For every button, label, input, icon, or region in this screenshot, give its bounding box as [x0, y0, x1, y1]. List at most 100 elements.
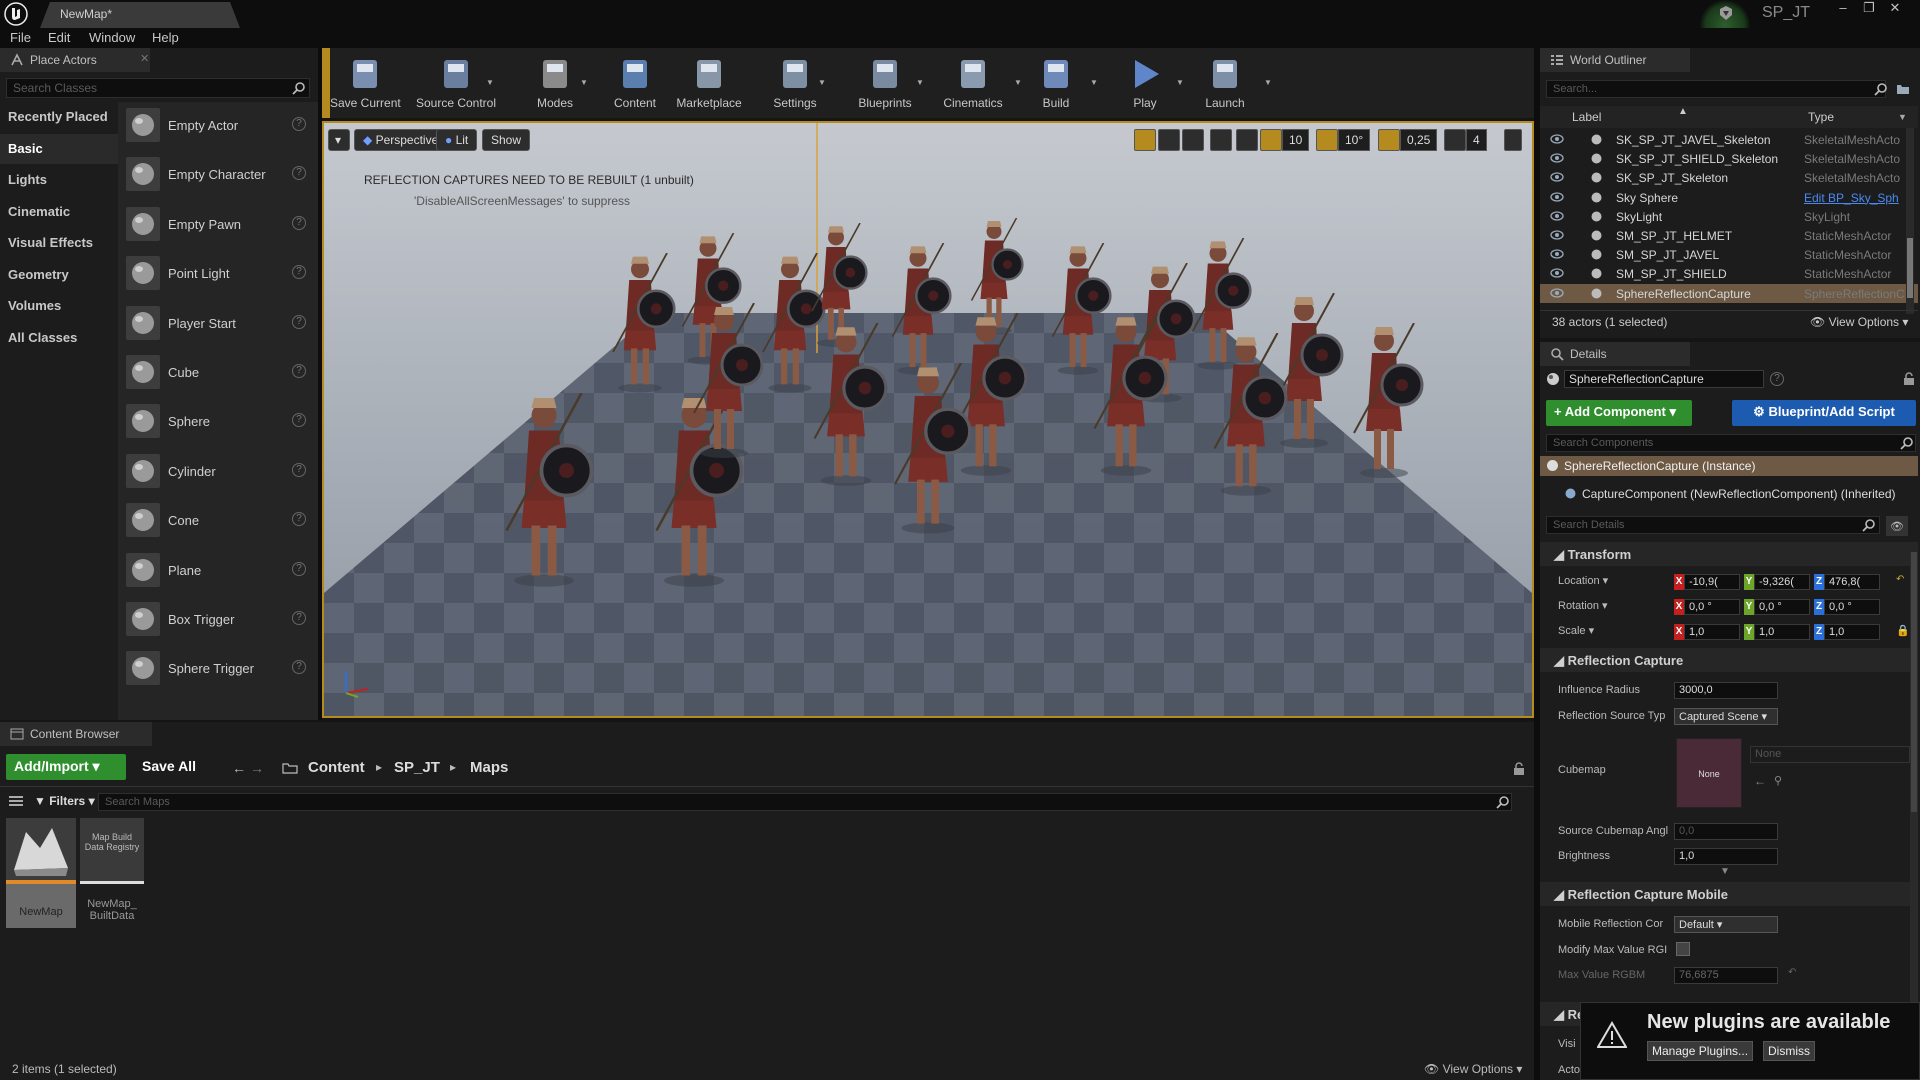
label-column-header[interactable]: Label	[1572, 110, 1601, 124]
visibility-eye-icon[interactable]	[1550, 267, 1564, 279]
actor-item-sphere[interactable]: Sphere?	[122, 400, 312, 446]
asset-newmap[interactable]: NewMap	[6, 818, 76, 928]
blueprints-button[interactable]: Blueprints	[848, 48, 922, 114]
help-icon[interactable]: ?	[292, 364, 306, 378]
level-tab[interactable]: NewMap*	[40, 2, 240, 28]
rotate-icon[interactable]	[1158, 129, 1180, 151]
help-icon[interactable]: ?	[292, 561, 306, 576]
help-icon[interactable]: ?	[1770, 372, 1784, 386]
category-lights[interactable]: Lights	[0, 165, 118, 195]
camera-speed-value[interactable]: 4	[1466, 129, 1487, 151]
category-volumes[interactable]: Volumes	[0, 291, 118, 321]
minimize-icon[interactable]: –	[1830, 0, 1856, 18]
details-scrollbar[interactable]	[1910, 552, 1918, 1012]
advanced-expand-icon[interactable]: ▼	[1720, 866, 1730, 877]
outliner-row[interactable]: SphereReflectionCapture SphereReflectionC	[1540, 283, 1918, 303]
cubemap-thumbnail[interactable]: None	[1676, 738, 1742, 808]
outliner-row[interactable]: SM_SP_JT_HELMET StaticMeshActor	[1540, 226, 1918, 245]
location-z-value[interactable]: 476,8(	[1824, 574, 1880, 590]
camera-speed-icon[interactable]	[1444, 129, 1466, 151]
lock-icon[interactable]	[1902, 372, 1916, 386]
launch-button[interactable]: Launch	[1192, 48, 1258, 114]
category-geometry[interactable]: Geometry	[0, 260, 118, 290]
cubemap-asset-dropdown[interactable]: None	[1750, 746, 1910, 763]
forward-icon[interactable]: →	[250, 760, 264, 776]
outliner-row-type[interactable]: Edit BP_Sky_Sph	[1804, 191, 1916, 205]
scale-z-value[interactable]: 1,0	[1824, 624, 1880, 640]
path-maps[interactable]: Maps	[470, 759, 508, 776]
close-icon[interactable]: ✕	[1882, 0, 1908, 18]
grid-snap-icon[interactable]	[1260, 129, 1282, 151]
modes-button[interactable]: Modes	[524, 48, 586, 114]
actor-item-cylinder[interactable]: Cylinder?	[122, 450, 312, 496]
search-maps-input[interactable]: Search Maps	[98, 793, 1512, 811]
toolbar-dropdown-icon[interactable]: ▼	[486, 78, 494, 87]
visibility-eye-icon[interactable]	[1550, 248, 1564, 260]
mobile-section-header[interactable]: ◢ Reflection Capture Mobile	[1540, 882, 1918, 906]
actor-item-sphere-trigger[interactable]: Sphere Trigger?	[122, 647, 312, 693]
actor-item-cone[interactable]: Cone?	[122, 499, 312, 545]
influence-radius-input[interactable]: 3000,0	[1674, 682, 1778, 699]
visibility-eye-icon[interactable]	[1550, 229, 1564, 241]
viewport-options-button[interactable]: ▾	[328, 129, 350, 151]
actor-item-empty-pawn[interactable]: Empty Pawn?	[122, 203, 312, 249]
help-icon[interactable]: ?	[292, 215, 306, 230]
help-icon[interactable]: ?	[292, 462, 306, 477]
reset-icon[interactable]: ↶	[1788, 967, 1796, 978]
help-icon[interactable]: ?	[292, 512, 306, 527]
location-label[interactable]: Location ▾	[1558, 574, 1608, 587]
category-recently-placed[interactable]: Recently Placed	[0, 102, 118, 132]
toolbar-dropdown-icon[interactable]: ▼	[1264, 78, 1272, 87]
back-icon[interactable]: ←	[232, 760, 246, 776]
scale-snap-icon[interactable]	[1378, 129, 1400, 151]
location-y-field[interactable]: Y -9,326(	[1744, 574, 1812, 590]
lock-icon[interactable]	[1512, 762, 1526, 776]
grid-snap-value[interactable]: 10	[1282, 129, 1310, 151]
outliner-scrollbar[interactable]	[1906, 128, 1914, 314]
toolbar-dropdown-icon[interactable]: ▼	[818, 78, 826, 87]
menu-window[interactable]: Window	[89, 30, 135, 45]
cinematics-button[interactable]: Cinematics	[930, 48, 1016, 114]
transform-section-header[interactable]: ◢ Transform	[1540, 542, 1918, 566]
visibility-eye-icon[interactable]	[1550, 152, 1564, 164]
rotation-y-value[interactable]: 0,0 °	[1754, 599, 1810, 615]
toolbar-dropdown-icon[interactable]: ▼	[580, 78, 588, 87]
rotation-label[interactable]: Rotation ▾	[1558, 599, 1608, 612]
path-content[interactable]: Content	[308, 759, 365, 776]
outliner-row[interactable]: SK_SP_JT_Skeleton SkeletalMeshActo	[1540, 168, 1918, 187]
scale-snap-value[interactable]: 0,25	[1400, 129, 1438, 151]
outliner-search-input[interactable]: Search...	[1546, 80, 1886, 98]
visibility-eye-icon[interactable]	[1550, 171, 1564, 183]
capture-component-row[interactable]: CaptureComponent (NewReflectionComponent…	[1540, 484, 1918, 504]
add-import-button[interactable]: Add/Import ▾	[6, 754, 126, 780]
rotation-x-field[interactable]: X 0,0 °	[1674, 599, 1742, 615]
actor-item-player-start[interactable]: Player Start?	[122, 302, 312, 348]
brightness-input[interactable]: 1,0	[1674, 848, 1778, 865]
search-classes-input[interactable]: Search Classes	[6, 78, 310, 98]
location-x-field[interactable]: X -10,9(	[1674, 574, 1742, 590]
close-tab-icon[interactable]: ✕	[140, 52, 149, 65]
rotation-snap-value[interactable]: 10°	[1338, 129, 1371, 151]
world-local-icon[interactable]	[1210, 129, 1232, 151]
menu-edit[interactable]: Edit	[48, 30, 70, 45]
path-sp-jt[interactable]: SP_JT	[394, 759, 440, 776]
outliner-row[interactable]: SkyLight SkyLight	[1540, 207, 1918, 226]
scale-x-value[interactable]: 1,0	[1684, 624, 1740, 640]
outliner-row[interactable]: SM_SP_JT_JAVEL StaticMeshActor	[1540, 245, 1918, 264]
scale-y-field[interactable]: Y 1,0	[1744, 624, 1812, 640]
add-component-button[interactable]: + Add Component ▾	[1546, 400, 1692, 426]
sources-toggle-icon[interactable]	[8, 794, 24, 808]
visibility-eye-icon[interactable]	[1550, 191, 1564, 203]
actor-item-box-trigger[interactable]: Box Trigger?	[122, 598, 312, 644]
search-components-input[interactable]: Search Components	[1546, 434, 1916, 452]
mobile-mode-dropdown[interactable]: Default ▾	[1674, 916, 1778, 933]
reflection-capture-section-header[interactable]: ◢ Reflection Capture	[1540, 648, 1918, 672]
location-z-field[interactable]: Z 476,8(	[1814, 574, 1882, 590]
search-details-input[interactable]: Search Details	[1546, 516, 1880, 534]
outliner-row[interactable]: SM_SP_JT_SHIELD StaticMeshActor	[1540, 264, 1918, 283]
blueprint-add-script-button[interactable]: ⚙ Blueprint/Add Script	[1732, 400, 1916, 426]
category-visual-effects[interactable]: Visual Effects	[0, 228, 118, 258]
feedback-icon[interactable]	[1718, 5, 1734, 21]
actor-item-point-light[interactable]: Point Light?	[122, 252, 312, 298]
outliner-row[interactable]: SK_SP_JT_SHIELD_Skeleton SkeletalMeshActo	[1540, 149, 1918, 168]
